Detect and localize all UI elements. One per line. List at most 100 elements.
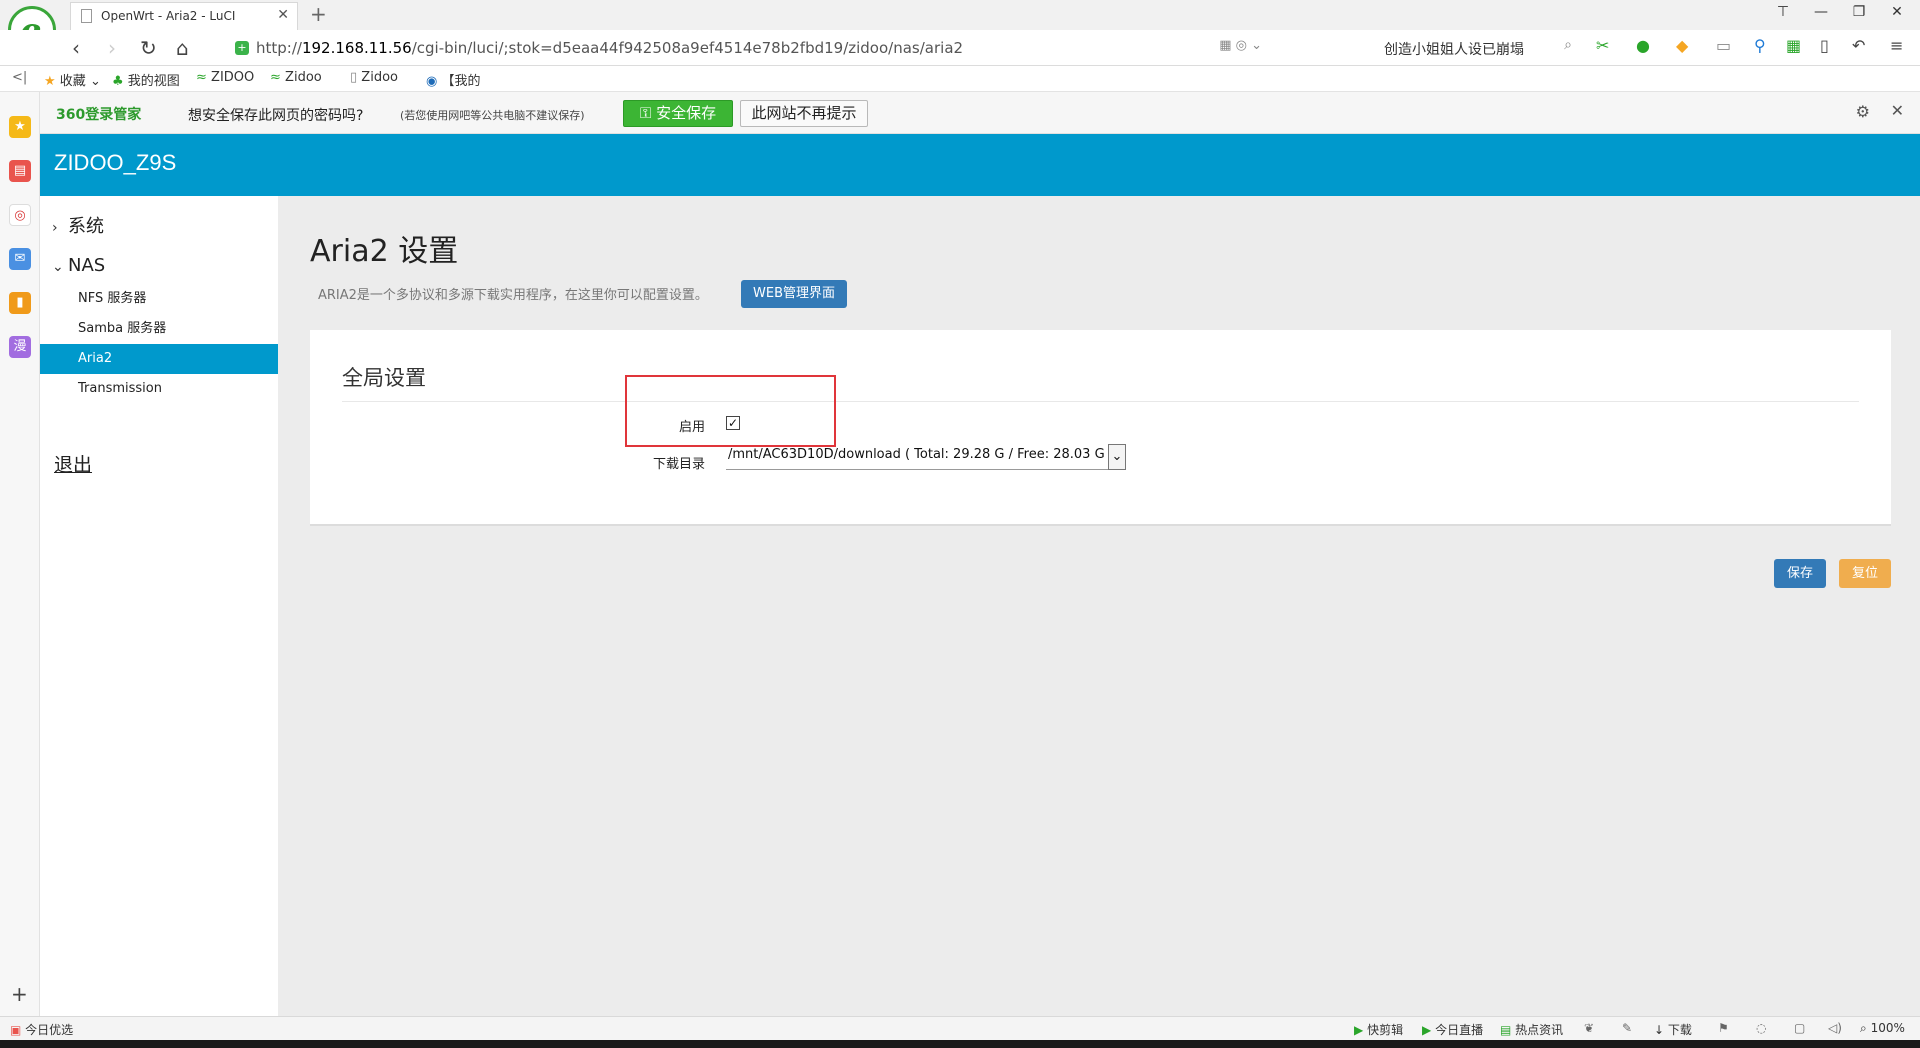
- os-taskbar: [0, 1040, 1920, 1048]
- web-ui-button[interactable]: WEB管理界面: [741, 280, 847, 308]
- browser-tab[interactable]: OpenWrt - Aria2 - LuCI ✕: [70, 2, 298, 30]
- bookmark-item[interactable]: ▯ Zidoo: [350, 70, 398, 85]
- translate-icon[interactable]: ●: [1636, 36, 1650, 55]
- menu-nas[interactable]: ⌄ NAS: [52, 255, 105, 276]
- magnifier-icon[interactable]: ⚲: [1754, 36, 1766, 55]
- download-dir-label: 下载目录: [652, 457, 705, 472]
- address-bar: ‹ › ↻ ⌂ + http://192.168.11.56/cgi-bin/l…: [0, 30, 1920, 66]
- bookmark-item[interactable]: ♣ 我的视图: [112, 70, 180, 89]
- collapse-sidebar-icon[interactable]: <|: [12, 70, 27, 85]
- bookmarks-bar: <| ★ 收藏 ⌄ ♣ 我的视图 ≈ ZIDOO ≈ Zidoo ▯ Zidoo…: [0, 66, 1920, 92]
- bookmark-icon: ♣: [112, 74, 124, 89]
- pin-icon[interactable]: ✎: [1622, 1021, 1632, 1035]
- menu-icon[interactable]: ≡: [1890, 36, 1903, 55]
- section-title: 全局设置: [342, 366, 426, 390]
- zoom-icon: ⌕: [1860, 1021, 1867, 1035]
- never-for-site-button[interactable]: 此网站不再提示: [740, 100, 868, 127]
- close-window-button[interactable]: ✕: [1882, 4, 1912, 20]
- bookmark-icon: ≈: [270, 70, 281, 85]
- password-manager-brand: 360登录管家: [56, 107, 142, 123]
- status-news[interactable]: ▤ 热点资讯: [1500, 1021, 1563, 1038]
- refresh-icon[interactable]: ◌: [1756, 1021, 1766, 1035]
- chevron-down-icon: ⌄: [52, 259, 64, 275]
- search-icon[interactable]: ⌕: [1564, 37, 1572, 53]
- url-text: http://192.168.11.56/cgi-bin/luci/;stok=…: [256, 39, 964, 57]
- page-description: ARIA2是一个多协议和多源下载实用程序，在这里你可以配置设置。: [318, 288, 708, 303]
- weibo-icon[interactable]: ◎: [9, 204, 31, 226]
- play-icon: ▶: [1422, 1023, 1432, 1037]
- save-password-question: 想安全保存此网页的密码吗?: [188, 108, 364, 124]
- forward-icon[interactable]: ›: [108, 36, 116, 60]
- status-live[interactable]: ▶ 今日直播: [1422, 1021, 1483, 1038]
- browser-tab-bar: OpenWrt - Aria2 - LuCI ✕ + ⊤ — ❐ ✕: [0, 0, 1920, 30]
- volume-icon[interactable]: ◁): [1828, 1021, 1842, 1035]
- phone-icon[interactable]: ▯: [1820, 36, 1829, 55]
- flag-icon[interactable]: ⚑: [1718, 1021, 1729, 1035]
- gear-icon[interactable]: ⚙: [1856, 102, 1870, 121]
- bookmark-item[interactable]: ◉ 【我的: [426, 70, 481, 89]
- save-button[interactable]: 保存: [1774, 559, 1826, 588]
- today-picks[interactable]: ▣ 今日优选: [10, 1021, 73, 1038]
- qr-icon[interactable]: ▦ ◎ ⌄: [1219, 38, 1262, 53]
- book-icon[interactable]: ▮: [9, 292, 31, 314]
- favorites-star-icon[interactable]: ★: [9, 116, 31, 138]
- status-download[interactable]: ↓ 下载: [1654, 1021, 1692, 1038]
- leaf-icon[interactable]: ❦: [1584, 1021, 1594, 1035]
- reset-button[interactable]: 复位: [1839, 559, 1891, 588]
- chevron-down-icon[interactable]: ⌄: [1108, 444, 1126, 470]
- menu-item-samba[interactable]: Samba 服务器: [40, 314, 278, 344]
- chevron-right-icon: ›: [52, 220, 58, 236]
- zoom-level[interactable]: ⌕ 100%: [1860, 1021, 1905, 1036]
- page-icon: [81, 9, 92, 23]
- bookmark-favorites[interactable]: ★ 收藏 ⌄: [44, 70, 101, 89]
- close-tab-icon[interactable]: ✕: [277, 7, 289, 23]
- search-box[interactable]: 创造小姐姐人设已崩塌 ⌕: [1376, 36, 1576, 60]
- reload-icon[interactable]: ↻: [140, 36, 157, 60]
- bookmark-item[interactable]: ≈ ZIDOO: [196, 70, 254, 85]
- menu-item-aria2[interactable]: Aria2: [40, 344, 278, 374]
- page-title: Aria2 设置: [310, 234, 459, 269]
- url-field[interactable]: + http://192.168.11.56/cgi-bin/luci/;sto…: [232, 35, 1262, 61]
- window-icon[interactable]: ▢: [1794, 1021, 1805, 1035]
- download-dir-value: /mnt/AC63D10D/download ( Total: 29.28 G …: [728, 447, 1114, 462]
- password-save-bar: 360登录管家 想安全保存此网页的密码吗? (若您使用网吧等公共电脑不建议保存)…: [40, 92, 1920, 134]
- news-icon: ▤: [1500, 1023, 1512, 1037]
- add-icon[interactable]: +: [11, 982, 28, 1006]
- logout-link[interactable]: 退出: [54, 450, 92, 477]
- public-computer-note: (若您使用网吧等公共电脑不建议保存): [400, 109, 585, 122]
- home-icon[interactable]: ⌂: [176, 36, 189, 60]
- bookmark-icon: ≈: [196, 70, 207, 85]
- status-quick-clip[interactable]: ▶ 快剪辑: [1354, 1021, 1403, 1038]
- key-icon: ⚿: [639, 104, 652, 122]
- apps-grid-icon[interactable]: ▦: [1786, 36, 1801, 55]
- new-tab-button[interactable]: +: [310, 2, 327, 26]
- settings-panel: 全局设置 启用 ✓ 下载目录 /mnt/AC63D10D/download ( …: [310, 330, 1891, 526]
- back-icon[interactable]: ‹: [72, 36, 80, 60]
- comic-icon[interactable]: 漫: [9, 336, 31, 358]
- mail-icon[interactable]: ✉: [9, 248, 31, 270]
- highlight-box: [625, 375, 836, 447]
- menu-system[interactable]: › 系统: [52, 212, 104, 238]
- scissors-icon[interactable]: ✂: [1596, 36, 1609, 55]
- shirt-icon[interactable]: ⊤: [1768, 4, 1798, 20]
- close-icon[interactable]: ✕: [1891, 101, 1904, 120]
- status-bar: ▣ 今日优选 ▶ 快剪辑 ▶ 今日直播 ▤ 热点资讯 ❦ ✎ ↓ 下载 ⚑ ◌ …: [0, 1016, 1920, 1040]
- bookmark-item[interactable]: ≈ Zidoo: [270, 70, 322, 85]
- menu-item-transmission[interactable]: Transmission: [40, 374, 278, 404]
- download-dir-select[interactable]: /mnt/AC63D10D/download ( Total: 29.28 G …: [726, 444, 1126, 470]
- device-brand[interactable]: ZIDOO_Z9S: [54, 150, 176, 176]
- secure-save-button[interactable]: ⚿ 安全保存: [623, 100, 733, 127]
- shield-icon[interactable]: ◆: [1676, 36, 1688, 55]
- gift-icon: ▣: [10, 1023, 22, 1037]
- news-icon[interactable]: ▤: [9, 160, 31, 182]
- minimize-button[interactable]: —: [1806, 4, 1836, 20]
- play-icon: ▶: [1354, 1023, 1364, 1037]
- menu-item-nfs[interactable]: NFS 服务器: [40, 284, 278, 314]
- tab-title: OpenWrt - Aria2 - LuCI: [101, 9, 236, 23]
- search-text: 创造小姐姐人设已崩塌: [1384, 42, 1524, 58]
- bookmark-icon: ◉: [426, 74, 438, 89]
- image-icon[interactable]: ▭: [1716, 36, 1731, 55]
- section-divider: [342, 401, 1859, 402]
- undo-icon[interactable]: ↶: [1852, 36, 1865, 55]
- restore-button[interactable]: ❐: [1844, 4, 1874, 20]
